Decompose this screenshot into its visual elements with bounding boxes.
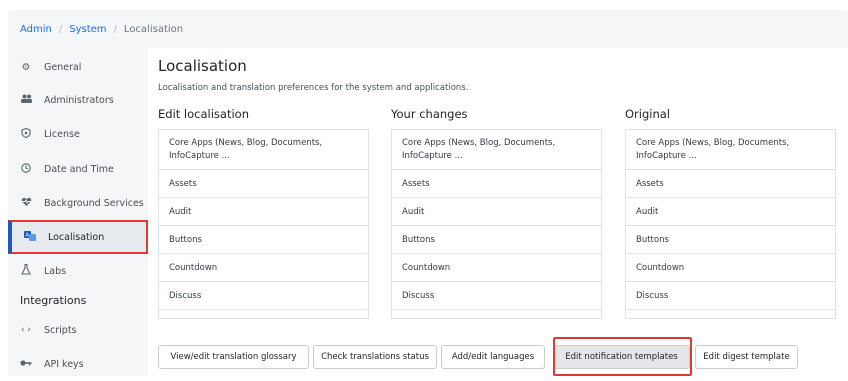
- page-description: Localisation and translation preferences…: [158, 83, 469, 93]
- list-item-label: Audit: [402, 206, 425, 217]
- sidebar-item-label: License: [44, 128, 80, 140]
- sidebar-item-label: General: [44, 61, 82, 73]
- list-item-label: Core Apps (News, Blog, Documents,: [169, 137, 323, 148]
- list-item[interactable]: Discuss: [626, 282, 835, 310]
- badge-icon: [18, 127, 34, 141]
- view-edit-glossary-button[interactable]: View/edit translation glossary: [158, 345, 309, 369]
- column-title-edit-localisation: Edit localisation: [158, 107, 249, 121]
- users-icon: [18, 94, 34, 106]
- breadcrumb-separator: /: [58, 23, 63, 35]
- list-item[interactable]: Core Apps (News, Blog, Documents, InfoCap…: [626, 130, 835, 170]
- list-item[interactable]: Buttons: [392, 226, 601, 254]
- list-item-label: Audit: [169, 206, 192, 217]
- sidebar-section-heading: Integrations: [20, 293, 87, 307]
- sidebar-item-label: Date and Time: [44, 163, 114, 175]
- code-icon: ‹ ›: [20, 325, 32, 335]
- list-item-label: InfoCapture ...: [169, 150, 230, 161]
- breadcrumb: Admin / System / Localisation: [8, 10, 848, 48]
- list-item-label: Countdown: [402, 262, 451, 273]
- sidebar-item-label: Scripts: [44, 324, 77, 336]
- sidebar: ⚙ General Administrators License Date an…: [8, 48, 148, 376]
- heartbeat-icon: [18, 197, 34, 210]
- list-item-label: InfoCapture ...: [402, 150, 463, 161]
- breadcrumb-current: Localisation: [123, 23, 184, 35]
- list-item[interactable]: Audit: [392, 198, 601, 226]
- gears-icon: ⚙: [21, 61, 31, 73]
- list-item[interactable]: Core Apps (News, Blog, Documents, InfoCap…: [392, 130, 601, 170]
- column-title-your-changes: Your changes: [391, 107, 468, 121]
- list-item[interactable]: Assets: [626, 170, 835, 198]
- list-item[interactable]: Discuss: [392, 282, 601, 310]
- breadcrumb-separator: /: [113, 23, 117, 35]
- list-item[interactable]: Discuss: [159, 282, 368, 310]
- list-item-label: Audit: [636, 206, 659, 217]
- column-title-original: Original: [625, 107, 671, 121]
- list-item-label: Core Apps (News, Blog, Documents,: [402, 137, 556, 148]
- sidebar-item-label: Localisation: [48, 231, 105, 243]
- check-translations-status-button[interactable]: Check translations status: [313, 345, 437, 369]
- list-item-label: Assets: [169, 178, 197, 189]
- list-item[interactable]: Buttons: [626, 226, 835, 254]
- add-edit-languages-button[interactable]: Add/edit languages: [441, 345, 545, 369]
- page-title: Localisation: [158, 57, 247, 75]
- list-item[interactable]: Assets: [392, 170, 601, 198]
- list-item[interactable]: Core Apps (News, Blog, Documents, InfoCap…: [159, 130, 368, 170]
- edit-digest-template-button[interactable]: Edit digest template: [695, 345, 798, 369]
- edit-localisation-list[interactable]: Core Apps (News, Blog, Documents, InfoCap…: [158, 129, 369, 319]
- list-item-label: Buttons: [402, 234, 435, 245]
- list-item[interactable]: Countdown: [392, 254, 601, 282]
- sidebar-item-background-services[interactable]: Background Services: [8, 186, 148, 220]
- list-item[interactable]: Countdown: [159, 254, 368, 282]
- list-item-label: Assets: [636, 178, 664, 189]
- list-item-label: Countdown: [169, 262, 218, 273]
- svg-text:A: A: [26, 232, 30, 238]
- list-item[interactable]: Countdown: [626, 254, 835, 282]
- breadcrumb-system[interactable]: System: [69, 24, 106, 35]
- list-item-label: Buttons: [169, 234, 202, 245]
- breadcrumb-admin[interactable]: Admin: [20, 24, 52, 35]
- list-item-label: Assets: [402, 178, 430, 189]
- list-item-label: Buttons: [636, 234, 669, 245]
- list-item-label: Discuss: [169, 290, 202, 301]
- your-changes-list[interactable]: Core Apps (News, Blog, Documents, InfoCap…: [391, 129, 602, 319]
- sidebar-item-date-and-time[interactable]: Date and Time: [8, 152, 148, 186]
- language-icon: A: [22, 230, 38, 244]
- sidebar-item-scripts[interactable]: ‹ › Scripts: [8, 313, 148, 347]
- key-icon: [18, 359, 34, 370]
- sidebar-item-label: Labs: [44, 265, 67, 277]
- sidebar-item-labs[interactable]: Labs: [8, 254, 148, 288]
- list-item-label: Discuss: [636, 290, 669, 301]
- list-item-label: InfoCapture ...: [636, 150, 697, 161]
- sidebar-item-license[interactable]: License: [8, 117, 148, 151]
- sidebar-item-label: API keys: [44, 358, 84, 370]
- list-item[interactable]: Audit: [159, 198, 368, 226]
- list-item[interactable]: Audit: [626, 198, 835, 226]
- list-item-label: Discuss: [402, 290, 435, 301]
- edit-notification-templates-button[interactable]: Edit notification templates: [553, 345, 690, 369]
- sidebar-item-label: Administrators: [44, 94, 114, 106]
- list-item[interactable]: Buttons: [159, 226, 368, 254]
- sidebar-item-localisation[interactable]: A Localisation: [8, 220, 148, 254]
- list-item-label: Core Apps (News, Blog, Documents,: [636, 137, 790, 148]
- flask-icon: [18, 263, 34, 278]
- sidebar-item-label: Background Services: [44, 197, 144, 209]
- list-item-label: Countdown: [636, 262, 685, 273]
- list-item[interactable]: Assets: [159, 170, 368, 198]
- sidebar-item-general[interactable]: ⚙ General: [8, 50, 148, 84]
- clock-icon: [18, 162, 34, 176]
- sidebar-item-administrators[interactable]: Administrators: [8, 83, 148, 117]
- original-list[interactable]: Core Apps (News, Blog, Documents, InfoCap…: [625, 129, 836, 319]
